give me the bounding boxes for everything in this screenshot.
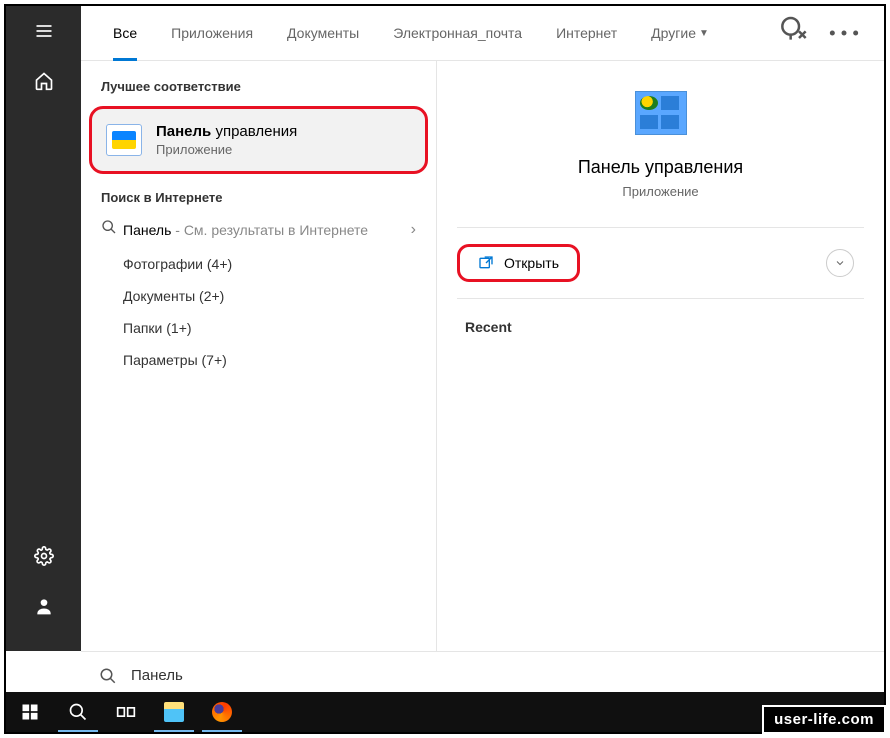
- more-options-button[interactable]: [824, 13, 864, 53]
- preview-title: Панель управления: [578, 157, 743, 178]
- task-view-icon: [116, 702, 136, 722]
- feedback-icon: [774, 13, 814, 53]
- home-button[interactable]: [6, 56, 81, 106]
- best-match-subtitle: Приложение: [156, 142, 297, 157]
- tab-label: Приложения: [171, 25, 253, 41]
- chevron-right-icon: ›: [411, 221, 416, 239]
- task-view-button[interactable]: [102, 692, 150, 732]
- chevron-down-icon: ▼: [699, 28, 709, 39]
- open-button[interactable]: Открыть: [457, 244, 580, 282]
- file-explorer-icon: [164, 702, 184, 722]
- result-settings[interactable]: Параметры (7+): [81, 344, 436, 376]
- start-sidebar: [6, 6, 81, 651]
- tab-more[interactable]: Другие▼: [639, 6, 721, 61]
- open-icon: [478, 255, 494, 271]
- web-search-item[interactable]: Панель - См. результаты в Интернете ›: [81, 211, 436, 248]
- hamburger-icon: [34, 21, 54, 41]
- expand-button[interactable]: [826, 249, 854, 277]
- control-panel-large-icon: [635, 91, 687, 135]
- taskbar: [6, 692, 884, 732]
- tab-apps[interactable]: Приложения: [159, 6, 265, 61]
- divider: [457, 298, 864, 299]
- tab-label: Интернет: [556, 25, 617, 41]
- web-search-header: Поиск в Интернете: [81, 184, 436, 211]
- tab-documents[interactable]: Документы: [275, 6, 371, 61]
- search-panel: Все Приложения Документы Электронная_поч…: [81, 6, 884, 651]
- open-label: Открыть: [504, 255, 559, 271]
- menu-button[interactable]: [6, 6, 81, 56]
- tab-email[interactable]: Электронная_почта: [381, 6, 534, 61]
- search-input[interactable]: [131, 667, 866, 684]
- preview-subtitle: Приложение: [622, 184, 698, 199]
- gear-icon: [34, 546, 54, 566]
- result-documents[interactable]: Документы (2+): [81, 280, 436, 312]
- best-match-title: Панель управления: [156, 123, 297, 140]
- result-photos[interactable]: Фотографии (4+): [81, 248, 436, 280]
- firefox-icon: [212, 702, 232, 722]
- taskbar-search-button[interactable]: [54, 692, 102, 732]
- divider: [457, 227, 864, 228]
- firefox-button[interactable]: [198, 692, 246, 732]
- home-icon: [34, 71, 54, 91]
- tab-label: Все: [113, 25, 137, 41]
- best-match-item[interactable]: Панель управления Приложение: [89, 106, 428, 174]
- best-match-header: Лучшее соответствие: [81, 73, 436, 100]
- search-icon: [101, 219, 123, 240]
- filter-tabs: Все Приложения Документы Электронная_поч…: [81, 6, 884, 61]
- preview-panel: Панель управления Приложение Открыть Rec…: [436, 61, 884, 651]
- tab-label: Другие: [651, 25, 696, 41]
- windows-icon: [20, 702, 40, 722]
- feedback-button[interactable]: [774, 13, 814, 53]
- control-panel-icon: [106, 124, 142, 156]
- tab-label: Электронная_почта: [393, 25, 522, 41]
- web-search-text: Панель - См. результаты в Интернете: [123, 222, 411, 238]
- chevron-down-icon: [834, 257, 846, 269]
- start-button[interactable]: [6, 692, 54, 732]
- file-explorer-button[interactable]: [150, 692, 198, 732]
- recent-header: Recent: [437, 307, 884, 347]
- tab-all[interactable]: Все: [101, 6, 149, 61]
- results-list: Лучшее соответствие Панель управления Пр…: [81, 61, 436, 651]
- search-icon: [68, 702, 88, 722]
- search-icon: [99, 667, 117, 685]
- tab-internet[interactable]: Интернет: [544, 6, 629, 61]
- ellipsis-icon: [824, 13, 864, 53]
- watermark: user-life.com: [762, 705, 886, 734]
- settings-button[interactable]: [6, 531, 81, 581]
- tab-label: Документы: [287, 25, 359, 41]
- person-icon: [34, 596, 54, 616]
- result-folders[interactable]: Папки (1+): [81, 312, 436, 344]
- account-button[interactable]: [6, 581, 81, 631]
